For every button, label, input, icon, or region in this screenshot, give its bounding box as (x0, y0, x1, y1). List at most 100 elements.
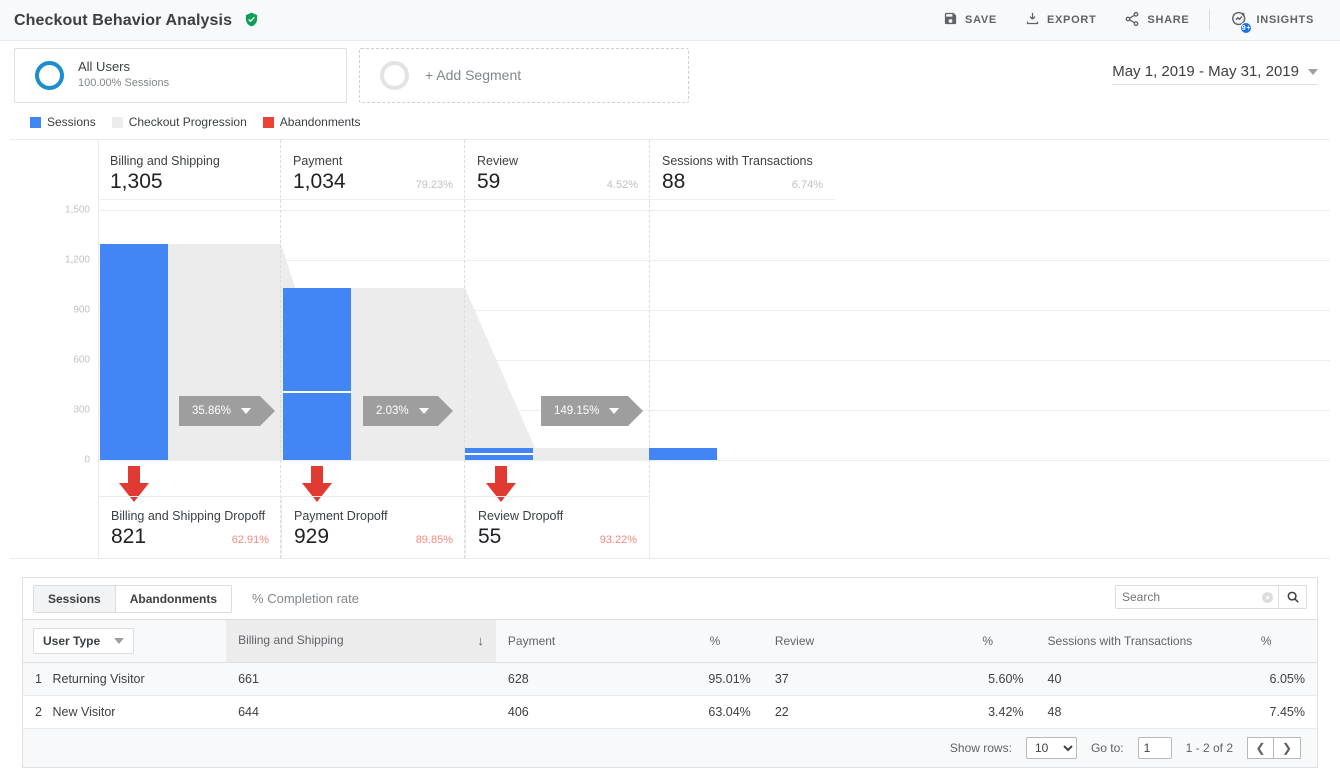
export-icon (1025, 11, 1040, 29)
rows-per-page-select[interactable]: 10 25 50 100 (1025, 736, 1077, 759)
bar-payment-split (283, 391, 351, 393)
chart-legend: Sessions Checkout Progression Abandonmen… (0, 109, 1340, 139)
header-review-pct[interactable]: % (939, 620, 1036, 663)
connector-2[interactable]: 2.03% (363, 396, 453, 426)
cell-billing: 644 (226, 695, 496, 729)
goto-label: Go to: (1090, 740, 1124, 755)
segment-name: All Users (78, 59, 131, 75)
dropoff-label-review: Review Dropoff (478, 509, 564, 523)
search-input[interactable] (1116, 586, 1256, 608)
cell-review-pct: 3.42% (939, 695, 1036, 729)
chevron-down-icon (241, 408, 252, 414)
legend-item-progression[interactable]: Checkout Progression (111, 115, 247, 129)
connector-2-body: 2.03% (363, 396, 438, 426)
connector-3-arrow (628, 396, 644, 426)
user-type-label: User Type (43, 633, 101, 648)
add-segment-ring-icon (380, 60, 409, 90)
row-index: 1 (35, 671, 42, 686)
chevron-left-icon[interactable]: ❮ (1247, 736, 1274, 759)
cell-user-type: 2 New Visitor (23, 695, 227, 729)
step-label-payment: Payment (293, 154, 343, 168)
legend-item-sessions[interactable]: Sessions (30, 115, 96, 129)
insights-label: INSIGHTS (1256, 14, 1314, 26)
y-tick-0: 0 (84, 454, 90, 466)
bar-review-split (465, 453, 533, 455)
row-user-type[interactable]: Returning Visitor (52, 672, 144, 686)
bar-payment[interactable] (283, 288, 351, 460)
user-type-dropdown[interactable]: User Type (33, 627, 135, 654)
insights-badge: 9+ (1240, 22, 1253, 34)
clear-icon[interactable] (1256, 586, 1278, 608)
header-payment[interactable]: Payment (495, 620, 668, 663)
page-title-text: Checkout Behavior Analysis (14, 12, 233, 29)
y-tick-1200: 1,200 (64, 254, 90, 266)
header-sessions-with-transactions[interactable]: Sessions with Transactions (1035, 620, 1216, 663)
table-row[interactable]: 2 New Visitor 644 406 63.04% 22 3.42% 48… (23, 695, 1317, 729)
export-label: EXPORT (1046, 14, 1097, 26)
cell-review-pct: 5.60% (939, 662, 1036, 696)
step-header-payment: Payment 1,034 79.23% (281, 140, 465, 200)
connector-1[interactable]: 35.86% (179, 396, 276, 426)
segment-bar: All Users 100.00% Sessions + Add Segment… (0, 41, 1340, 109)
chevron-down-icon (1308, 68, 1318, 75)
completion-rate-toggle[interactable]: % Completion rate (252, 591, 359, 606)
search-icon[interactable] (1278, 586, 1306, 608)
legend-item-abandonments[interactable]: Abandonments (262, 115, 361, 129)
add-segment-button[interactable]: + Add Segment (359, 47, 689, 103)
table-search (1115, 585, 1307, 609)
data-table-panel: Sessions Abandonments % Completion rate (22, 577, 1318, 768)
insights-button[interactable]: 9+ INSIGHTS (1216, 5, 1328, 35)
connector-1-arrow (260, 396, 276, 426)
share-button[interactable]: SHARE (1110, 7, 1203, 34)
step-pct-payment: 79.23% (415, 179, 453, 191)
checkout-table: User Type Billing and Shipping ↓ Payment… (23, 620, 1317, 729)
step-label-transactions: Sessions with Transactions (662, 154, 813, 168)
cell-transactions: 48 (1035, 695, 1216, 729)
y-axis: 1,500 1,200 900 600 300 0 (10, 140, 98, 558)
chevron-right-icon[interactable]: ❯ (1274, 736, 1301, 759)
show-rows-label: Show rows: (949, 740, 1012, 755)
toggle-sessions[interactable]: Sessions (34, 585, 115, 612)
connector-3[interactable]: 149.15% (541, 396, 644, 426)
app-header: Checkout Behavior Analysis SAVE EXPORT S… (0, 0, 1340, 41)
row-user-type[interactable]: New Visitor (52, 705, 115, 719)
step-header-review: Review 59 4.52% (465, 140, 650, 200)
bar-sessions-with-transactions[interactable] (649, 448, 717, 460)
chevron-down-icon (609, 408, 620, 414)
header-review[interactable]: Review (762, 620, 940, 663)
step-pct-review: 4.52% (606, 179, 638, 191)
cell-payment: 406 (495, 695, 668, 729)
segment-all-users[interactable]: All Users 100.00% Sessions (14, 47, 347, 103)
bar-billing-and-shipping[interactable] (100, 244, 168, 460)
table-toolbar: Sessions Abandonments % Completion rate (23, 578, 1317, 620)
cell-user-type: 1 Returning Visitor (23, 662, 227, 696)
funnel-chart: 1,500 1,200 900 600 300 0 Billing and Sh… (10, 139, 1330, 559)
header-billing-and-shipping[interactable]: Billing and Shipping ↓ (226, 620, 496, 663)
date-range-picker[interactable]: May 1, 2019 - May 31, 2019 (1112, 63, 1318, 85)
range-label: 1 - 2 of 2 (1185, 740, 1233, 755)
page-title: Checkout Behavior Analysis (14, 10, 259, 30)
cell-payment-pct: 63.04% (667, 695, 763, 729)
pagination: ❮ ❯ (1247, 736, 1301, 759)
header-actions: SAVE EXPORT SHARE 9+ INSIGHTS (929, 5, 1328, 35)
legend-swatch-sessions (30, 116, 41, 128)
header-transactions-pct[interactable]: % (1215, 620, 1317, 663)
dropoff-box-payment: Payment Dropoff 929 89.85% (282, 496, 466, 558)
export-button[interactable]: EXPORT (1011, 7, 1110, 33)
toggle-abandonments[interactable]: Abandonments (114, 585, 232, 612)
save-button[interactable]: SAVE (929, 7, 1011, 33)
y-tick-600: 600 (73, 354, 90, 366)
step-pct-transactions: 6.74% (791, 179, 823, 191)
add-segment-label: + Add Segment (425, 67, 522, 83)
header-user-type: User Type (23, 620, 227, 663)
connector-1-body: 35.86% (179, 396, 261, 426)
dropoff-pct-review: 93.22% (599, 534, 637, 546)
save-icon (943, 11, 958, 29)
header-payment-pct[interactable]: % (667, 620, 763, 663)
dropoff-box-billing: Billing and Shipping Dropoff 821 62.91% (98, 496, 282, 558)
legend-label-progression: Checkout Progression (128, 115, 247, 129)
dropoff-box-review: Review Dropoff 55 93.22% (466, 496, 650, 558)
table-header-row: User Type Billing and Shipping ↓ Payment… (23, 620, 1317, 663)
goto-input[interactable] (1137, 736, 1172, 759)
table-row[interactable]: 1 Returning Visitor 661 628 95.01% 37 5.… (23, 662, 1317, 696)
